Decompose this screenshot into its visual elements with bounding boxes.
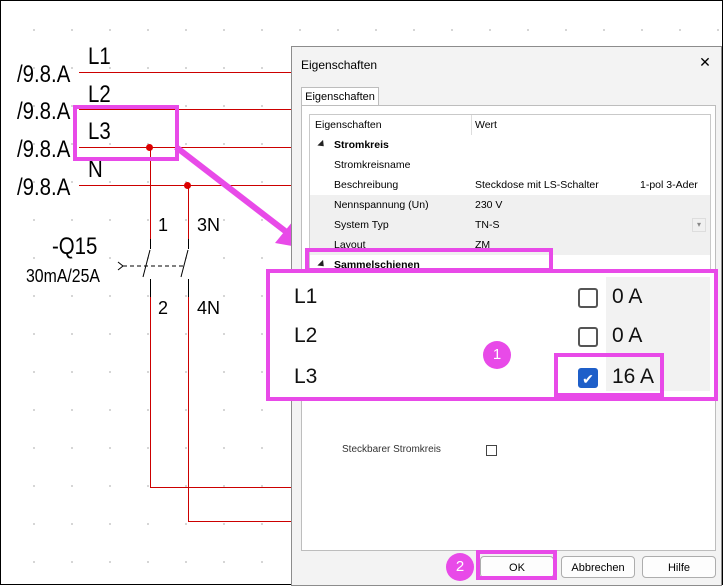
line-label-l1: L1 (88, 43, 111, 70)
busbar-value-l1: 0 A (612, 285, 643, 308)
help-button[interactable]: Hilfe (642, 556, 716, 578)
cancel-button[interactable]: Abbrechen (561, 556, 635, 578)
busbar-label-l1: L1 (294, 285, 318, 308)
ok-highlight-box (476, 550, 557, 580)
grid-header: Eigenschaften Wert (310, 115, 710, 135)
phase-ref-1: /9.8.A (17, 61, 71, 88)
tab-eigenschaften[interactable]: Eigenschaften (301, 87, 379, 106)
busbar-value-l2: 0 A (612, 324, 643, 347)
chevron-down-icon[interactable]: ▾ (692, 218, 706, 232)
prop-value: 230 V (475, 199, 503, 211)
busbar-label-l2: L2 (294, 324, 318, 347)
prop-row[interactable]: System Typ TN-S ▾ (310, 215, 710, 235)
busbar-checkbox-l2[interactable] (578, 327, 598, 347)
pin-4n-label: 4N (197, 298, 221, 318)
section-stromkreis[interactable]: Stromkreis (310, 135, 710, 155)
drop-n-lower (188, 297, 189, 521)
screenshot-frame: /9.8.A /9.8.A /9.8.A /9.8.A L1 L2 L3 N 1… (0, 0, 723, 586)
prop-row[interactable]: Stromkreisname (310, 155, 710, 175)
wire-bottom-2 (188, 521, 293, 522)
prop-name: Stromkreisname (334, 159, 411, 171)
step-badge-1: 1 (483, 341, 511, 369)
step-badge-2: 2 (446, 553, 474, 581)
collapse-triangle-icon[interactable] (317, 139, 327, 150)
col-header-value: Wert (475, 119, 497, 131)
prop-name: Nennspannung (Un) (334, 199, 429, 211)
pin-1-label: 1 (158, 215, 169, 235)
prop-extra: 1-pol 3-Ader (640, 179, 698, 191)
prop-value[interactable]: Steckdose mit LS-Schalter (475, 179, 599, 191)
prop-row[interactable]: Beschreibung Steckdose mit LS-Schalter 1… (310, 175, 710, 195)
prop-value[interactable]: TN-S (475, 219, 500, 231)
prop-name: Beschreibung (334, 179, 399, 191)
prop-row[interactable]: Nennspannung (Un) 230 V (310, 195, 710, 215)
l3-value-highlight-box (554, 353, 664, 397)
phase-ref-2: /9.8.A (17, 98, 71, 125)
device-name: -Q15 (52, 233, 98, 260)
wire-l1 (79, 72, 293, 73)
phase-ref-3: /9.8.A (17, 136, 71, 163)
busbar-label-l3: L3 (294, 365, 318, 388)
pin-2-label: 2 (158, 298, 169, 318)
prop-name: System Typ (334, 219, 389, 231)
drop-l3-lower (150, 297, 151, 487)
plug-circuit-label: Steckbarer Stromkreis (342, 444, 441, 455)
col-header-name: Eigenschaften (315, 119, 382, 131)
plug-circuit-checkbox[interactable] (486, 445, 497, 456)
wire-bottom-1 (150, 487, 293, 488)
drop-l3 (150, 148, 151, 239)
close-icon[interactable]: ✕ (697, 54, 713, 70)
section-label: Stromkreis (334, 139, 389, 151)
phase-ref-4: /9.8.A (17, 174, 71, 201)
dialog-title: Eigenschaften (301, 58, 378, 72)
device-rating: 30mA/25A (26, 266, 100, 286)
busbar-checkbox-l1[interactable] (578, 288, 598, 308)
l3-highlight-box (73, 105, 179, 161)
